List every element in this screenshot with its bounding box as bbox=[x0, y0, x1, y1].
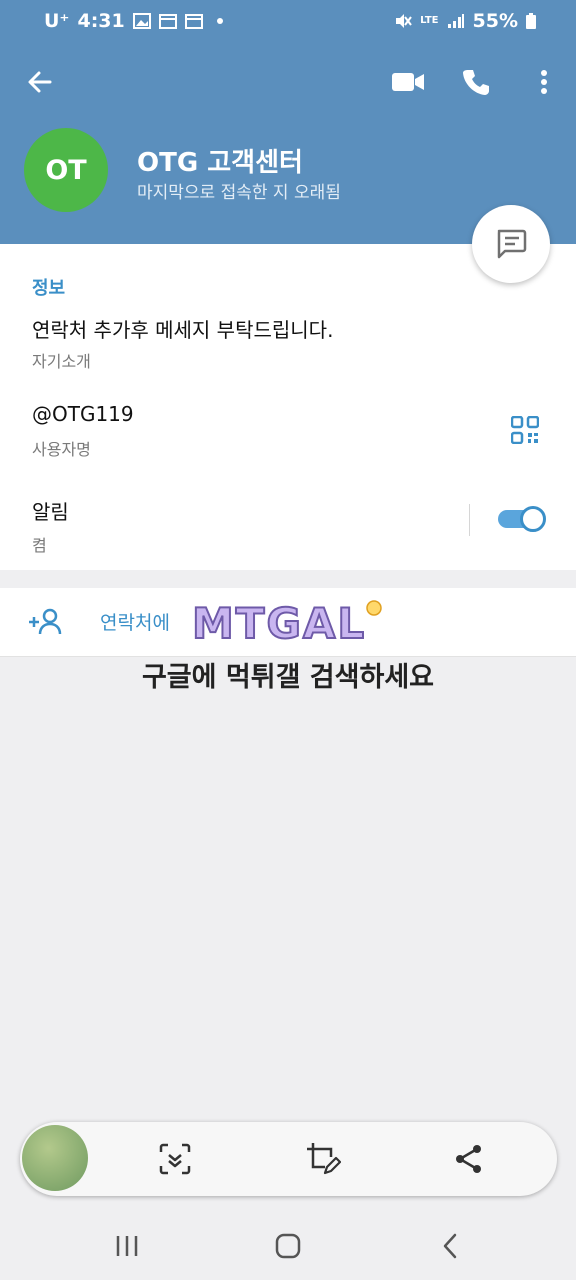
signal-icon bbox=[447, 14, 464, 28]
notifications-toggle[interactable] bbox=[498, 506, 546, 532]
username-label: 사용자명 bbox=[32, 440, 91, 459]
network-type: LTE bbox=[420, 15, 439, 26]
contact-name: OTG 고객센터 bbox=[137, 148, 303, 178]
carrier-label: U⁺ bbox=[44, 10, 70, 32]
divider bbox=[469, 504, 470, 536]
profile-header: U⁺ 4:31 LTE 55% OT OTG 고객센터 마지막으로 접속한 지 … bbox=[0, 0, 576, 244]
bio-text[interactable]: 연락처 추가후 메세지 부탁드립니다. bbox=[32, 314, 333, 343]
share-button[interactable] bbox=[451, 1141, 487, 1177]
avatar-initials: OT bbox=[45, 154, 87, 186]
crop-edit-button[interactable] bbox=[305, 1141, 341, 1177]
qr-code-button[interactable] bbox=[510, 415, 540, 445]
more-options-button[interactable] bbox=[526, 64, 562, 100]
qr-code-icon bbox=[510, 415, 540, 445]
phone-call-button[interactable] bbox=[458, 64, 494, 100]
calendar-icon bbox=[184, 14, 203, 29]
notifications-state: 켬 bbox=[32, 536, 47, 555]
toggle-knob bbox=[520, 506, 546, 532]
home-button[interactable] bbox=[270, 1230, 306, 1262]
message-button[interactable] bbox=[472, 205, 550, 283]
more-vert-icon bbox=[541, 70, 547, 94]
info-section: 정보 연락처 추가후 메세지 부탁드립니다. 자기소개 @OTG119 사용자명… bbox=[0, 244, 576, 570]
video-call-icon bbox=[392, 73, 424, 91]
overlay-text: 구글에 먹튀갤 검색하세요 bbox=[141, 662, 435, 693]
notification-dot-icon bbox=[216, 18, 223, 24]
username-text[interactable]: @OTG119 bbox=[32, 402, 134, 426]
section-title: 정보 bbox=[32, 278, 66, 299]
video-call-button[interactable] bbox=[390, 64, 426, 100]
crop-edit-icon bbox=[307, 1143, 341, 1175]
back-button[interactable] bbox=[22, 64, 58, 100]
scroll-capture-button[interactable] bbox=[157, 1141, 193, 1177]
system-nav-bar bbox=[0, 1212, 576, 1280]
add-person-icon bbox=[29, 608, 62, 635]
last-seen-status: 마지막으로 접속한 지 오래됨 bbox=[137, 183, 341, 203]
recents-icon bbox=[116, 1236, 138, 1256]
mute-icon bbox=[396, 14, 412, 28]
add-contact-label: 연락처에 bbox=[100, 612, 170, 634]
battery-percent: 55% bbox=[472, 10, 518, 32]
share-icon bbox=[456, 1145, 481, 1173]
mtgal-logo: MTGAL bbox=[191, 598, 382, 649]
back-nav-button[interactable] bbox=[432, 1230, 468, 1262]
calendar-icon bbox=[158, 14, 177, 29]
scroll-capture-icon bbox=[159, 1143, 191, 1175]
avatar[interactable]: OT bbox=[24, 128, 108, 212]
notifications-label: 알림 bbox=[32, 500, 69, 524]
message-icon bbox=[497, 229, 527, 259]
gallery-icon bbox=[132, 13, 151, 29]
clock: 4:31 bbox=[77, 10, 125, 32]
bio-label: 자기소개 bbox=[32, 352, 91, 371]
home-icon bbox=[275, 1233, 301, 1259]
recents-button[interactable] bbox=[109, 1230, 145, 1262]
battery-icon bbox=[526, 13, 536, 29]
add-contact-row[interactable]: 연락처에 MTGAL bbox=[0, 588, 576, 657]
svg-text:MTGAL: MTGAL bbox=[192, 599, 366, 648]
chevron-left-icon bbox=[443, 1233, 457, 1259]
arrow-left-icon bbox=[28, 71, 52, 93]
screenshot-toolbar bbox=[20, 1122, 557, 1196]
app-bar bbox=[0, 56, 576, 108]
status-bar: U⁺ 4:31 LTE 55% bbox=[0, 0, 576, 44]
screenshot-thumbnail[interactable] bbox=[22, 1125, 88, 1191]
phone-icon bbox=[463, 70, 489, 95]
